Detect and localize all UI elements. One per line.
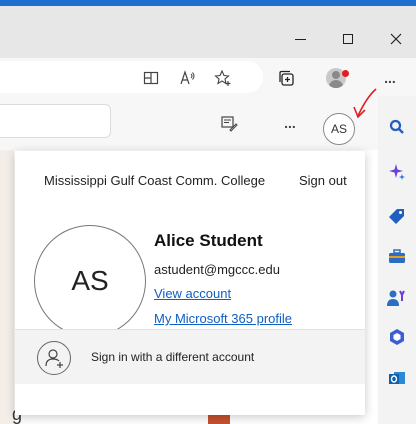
sidebar-tools-button[interactable] — [387, 246, 407, 266]
read-aloud-icon — [180, 70, 195, 85]
account-email: astudent@mgccc.edu — [154, 262, 280, 277]
sidebar-outlook-button[interactable] — [387, 368, 407, 388]
sidebar-search-button[interactable] — [387, 117, 407, 137]
read-aloud-button[interactable] — [177, 67, 199, 89]
sidebar-copilot-button[interactable] — [387, 162, 407, 182]
add-account-button[interactable] — [37, 341, 71, 375]
outlook-icon — [389, 372, 405, 384]
page-edge — [0, 150, 14, 424]
m365-profile-link[interactable]: My Microsoft 365 profile — [154, 311, 292, 326]
search-icon — [389, 119, 404, 134]
page-search-box[interactable] — [0, 104, 111, 138]
collections-icon — [279, 70, 294, 86]
favorites-edit-icon — [221, 116, 238, 132]
office-icon — [390, 329, 404, 345]
sign-out-link[interactable]: Sign out — [299, 173, 347, 188]
notification-dot-icon — [342, 70, 349, 77]
different-account-label: Sign in with a different account — [91, 350, 255, 364]
close-button[interactable] — [373, 24, 416, 54]
add-person-icon — [45, 349, 63, 368]
view-account-link[interactable]: View account — [154, 286, 231, 301]
account-name: Alice Student — [154, 231, 263, 250]
minimize-button[interactable] — [277, 24, 323, 54]
title-bar — [0, 0, 416, 58]
edge-sidebar — [378, 96, 416, 424]
split-screen-icon — [143, 71, 159, 85]
close-icon — [390, 33, 402, 45]
sparkle-icon — [389, 164, 405, 180]
maximize-button[interactable] — [325, 24, 371, 54]
more-options-button[interactable]: ... — [379, 67, 401, 89]
split-screen-button[interactable] — [140, 67, 162, 89]
add-favorite-button[interactable] — [212, 67, 234, 89]
people-icon — [387, 290, 405, 306]
toolbox-icon — [389, 249, 405, 263]
page-more-button[interactable]: ... — [279, 112, 301, 134]
sidebar-office-button[interactable] — [387, 327, 407, 347]
page-toolbar: ... — [0, 96, 378, 150]
sidebar-shopping-button[interactable] — [387, 206, 407, 226]
account-avatar: AS — [34, 225, 146, 337]
minimize-icon — [294, 38, 306, 40]
edit-favorites-button[interactable] — [218, 112, 240, 134]
maximize-icon — [343, 34, 353, 44]
organization-name: Mississippi Gulf Coast Comm. College — [44, 173, 266, 188]
add-favorite-icon — [214, 69, 231, 86]
sidebar-games-button[interactable] — [387, 288, 407, 308]
tag-icon — [389, 209, 404, 224]
collections-button[interactable] — [275, 67, 297, 89]
annotation-arrow-icon — [353, 88, 377, 119]
